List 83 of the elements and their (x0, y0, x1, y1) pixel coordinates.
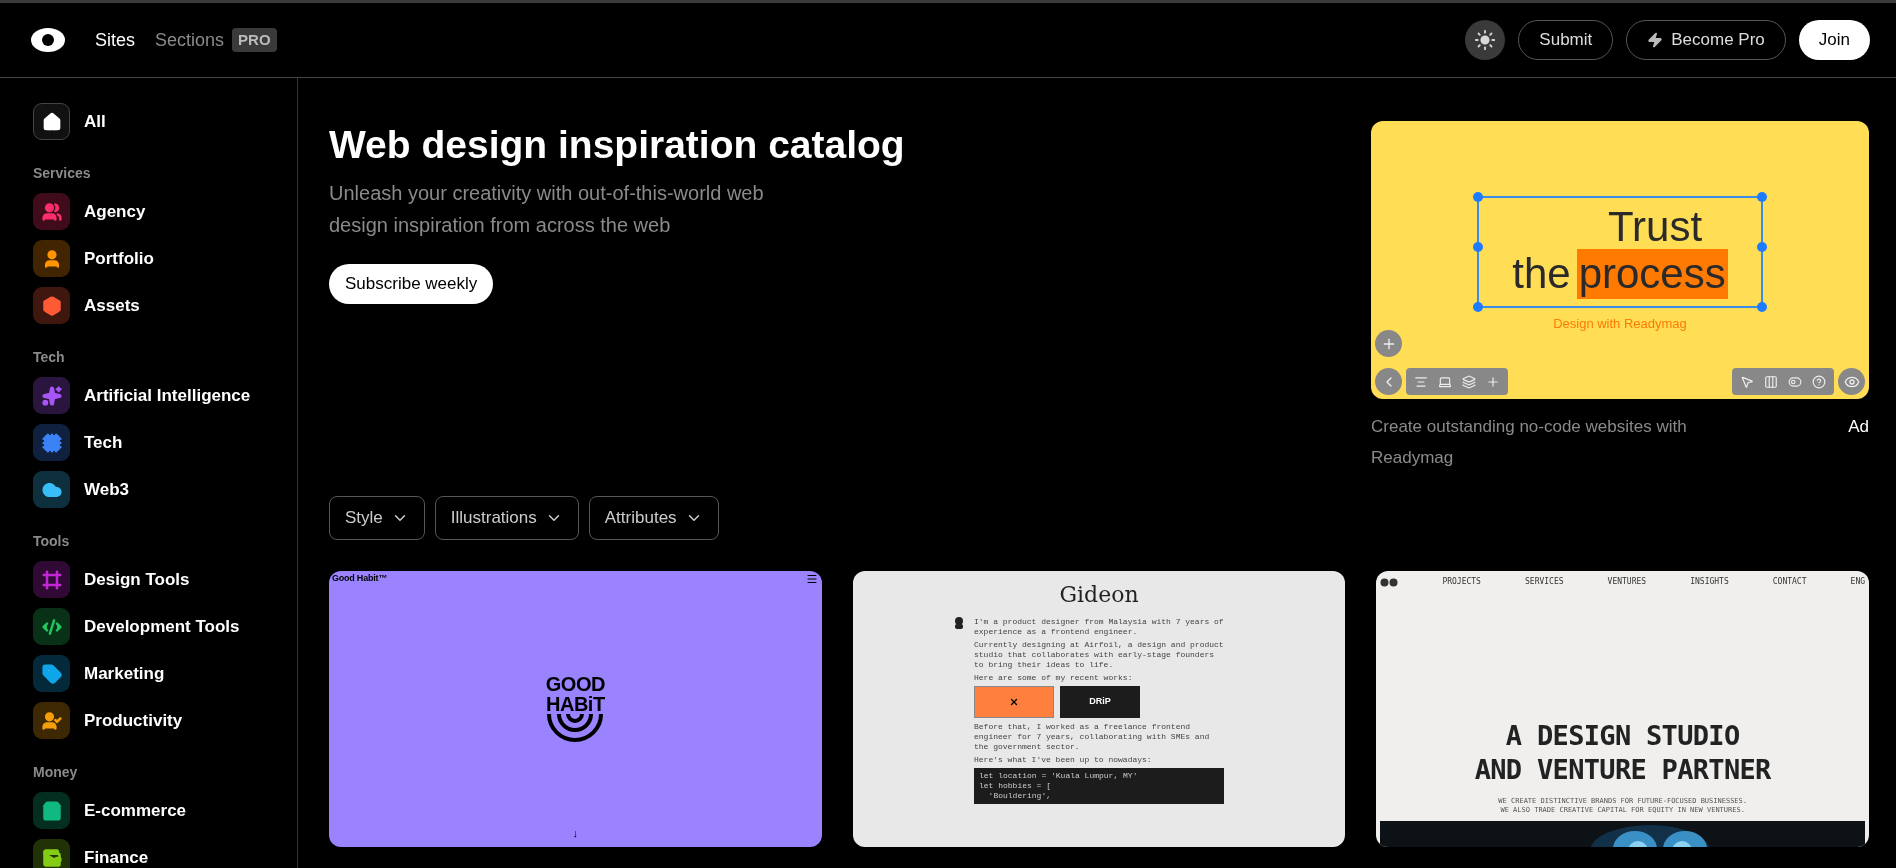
studio-logo-icon (1380, 577, 1399, 587)
sidebar-item[interactable]: Design Tools (33, 556, 285, 603)
site-headline: AND VENTURE PARTNER (1474, 753, 1771, 787)
arcs-icon (546, 714, 605, 744)
site-thumbnail[interactable] (1376, 571, 1869, 847)
resize-handle (1473, 242, 1483, 252)
sidebar-item[interactable]: Finance (33, 834, 285, 868)
columns-icon (1764, 374, 1778, 389)
site-headline: A DESIGN STUDIO (1505, 719, 1740, 753)
work-logo: DRiP (1089, 695, 1111, 709)
filter-dropdown[interactable]: Illustrations (434, 496, 579, 540)
join-button[interactable]: Join (1798, 20, 1870, 60)
ad-tagline: Design with Readymag (1553, 315, 1687, 333)
nav-link: SERVICES (1525, 576, 1564, 588)
sidebar-item[interactable]: Portfolio (33, 235, 285, 282)
site-title: Gideon (1059, 581, 1139, 609)
menu-icon (805, 573, 818, 585)
section-heading: Tech (33, 348, 66, 367)
section-heading: Money (33, 763, 79, 782)
bolt-icon (1647, 32, 1664, 48)
nav-tab[interactable]: Sites (95, 26, 136, 54)
resize-handle (1757, 192, 1767, 202)
page-title: Web design inspiration catalog (329, 122, 905, 168)
laptop-icon (1438, 374, 1452, 389)
pointer-icon (1740, 374, 1754, 389)
theme-toggle-button[interactable] (1465, 20, 1506, 60)
nav-tab[interactable]: Sections PRO (155, 26, 277, 54)
nav-link: PROJECTS (1442, 576, 1481, 588)
page-subtitle: Unleash your creativity with out-of-this-world web design inspiration from across the web (329, 181, 765, 238)
align-icon (1414, 374, 1428, 389)
site-brand: Good Habit™ (332, 572, 388, 585)
ad-headline: Trust (1606, 205, 1703, 249)
icon-tile (33, 608, 70, 645)
resize-handle (1757, 242, 1767, 252)
resize-handle (1757, 302, 1767, 312)
sidebar-item[interactable]: Assets (33, 282, 285, 329)
highlighted-word: process (1576, 249, 1728, 299)
section-heading: Tools (33, 532, 71, 551)
toggle-icon (1788, 374, 1802, 389)
filter-dropdown[interactable]: Attributes (588, 496, 719, 540)
pro-badge: PRO (232, 27, 277, 53)
site-thumbnail[interactable]: Good Habit™ GOOD HABiT ↓ (329, 571, 822, 847)
nav-link: INSIGHTS (1690, 576, 1729, 588)
logo-text: HABiT (546, 694, 605, 714)
scroll-arrow: ↓ (572, 825, 579, 841)
resize-handle (1473, 192, 1483, 202)
sidebar-item[interactable]: Development Tools (33, 603, 285, 650)
bio-paragraph: Here's what I've been up to nowadays: (974, 755, 1153, 765)
ad-label: Ad (1848, 416, 1869, 438)
bio-paragraph: I'm a product designer from Malaysia with 7 years of experience as a frontend engineer. (974, 617, 1224, 637)
bio-paragraph: Here are some of my recent works: (974, 673, 1134, 683)
sun-icon (1474, 29, 1497, 51)
sidebar-item[interactable]: All (33, 98, 285, 145)
x-logo-icon (1009, 697, 1019, 707)
nav-link: CONTACT (1772, 576, 1807, 588)
sidebar-item[interactable]: Productivity (33, 697, 285, 744)
ad-headline: the (1512, 249, 1571, 299)
layers-icon (1462, 374, 1476, 389)
sidebar-item[interactable]: Web3 (33, 466, 285, 513)
logo-text: GOOD (545, 674, 605, 694)
icon-tile (33, 561, 70, 598)
resize-handle (1473, 302, 1483, 312)
sidebar-item[interactable]: Agency (33, 188, 285, 235)
sidebar-item[interactable]: Tech (33, 419, 285, 466)
plus-icon (1486, 374, 1500, 389)
subscribe-button[interactable]: Subscribe weekly (329, 264, 494, 304)
ad-caption[interactable]: Create outstanding no-code websites with Readymag (1371, 411, 1716, 473)
nav-link: ENG (1850, 576, 1865, 588)
code-block: let location = 'Kuala Lumpur, MY' let hobbies = [ 'Bouldering', (974, 768, 1224, 804)
sidebar-item[interactable]: E-commerce (33, 787, 285, 834)
bio-paragraph: Before that, I worked as a freelance frontend engineer for 7 years, collaborating with SMEs and the government sector. (974, 722, 1211, 752)
sidebar-item[interactable]: Artificial Intelligence (33, 372, 285, 419)
bio-paragraph: Currently designing at Airfoil, a design and product studio that collaborates with early-stage founders to bring their ideas to life. (974, 640, 1224, 670)
nav-link: VENTURES (1607, 576, 1647, 588)
avatar-icon (954, 617, 964, 629)
site-thumbnail[interactable] (852, 571, 1346, 847)
section-heading: Services (33, 164, 92, 183)
eye-logo-icon[interactable] (31, 28, 65, 52)
help-icon (1812, 374, 1826, 389)
filter-dropdown[interactable]: Style (329, 496, 425, 540)
sidebar-item[interactable]: Marketing (33, 650, 285, 697)
home-icon (41, 111, 62, 132)
ad-banner[interactable]: Trust the process Design with Readymag (1371, 121, 1869, 399)
